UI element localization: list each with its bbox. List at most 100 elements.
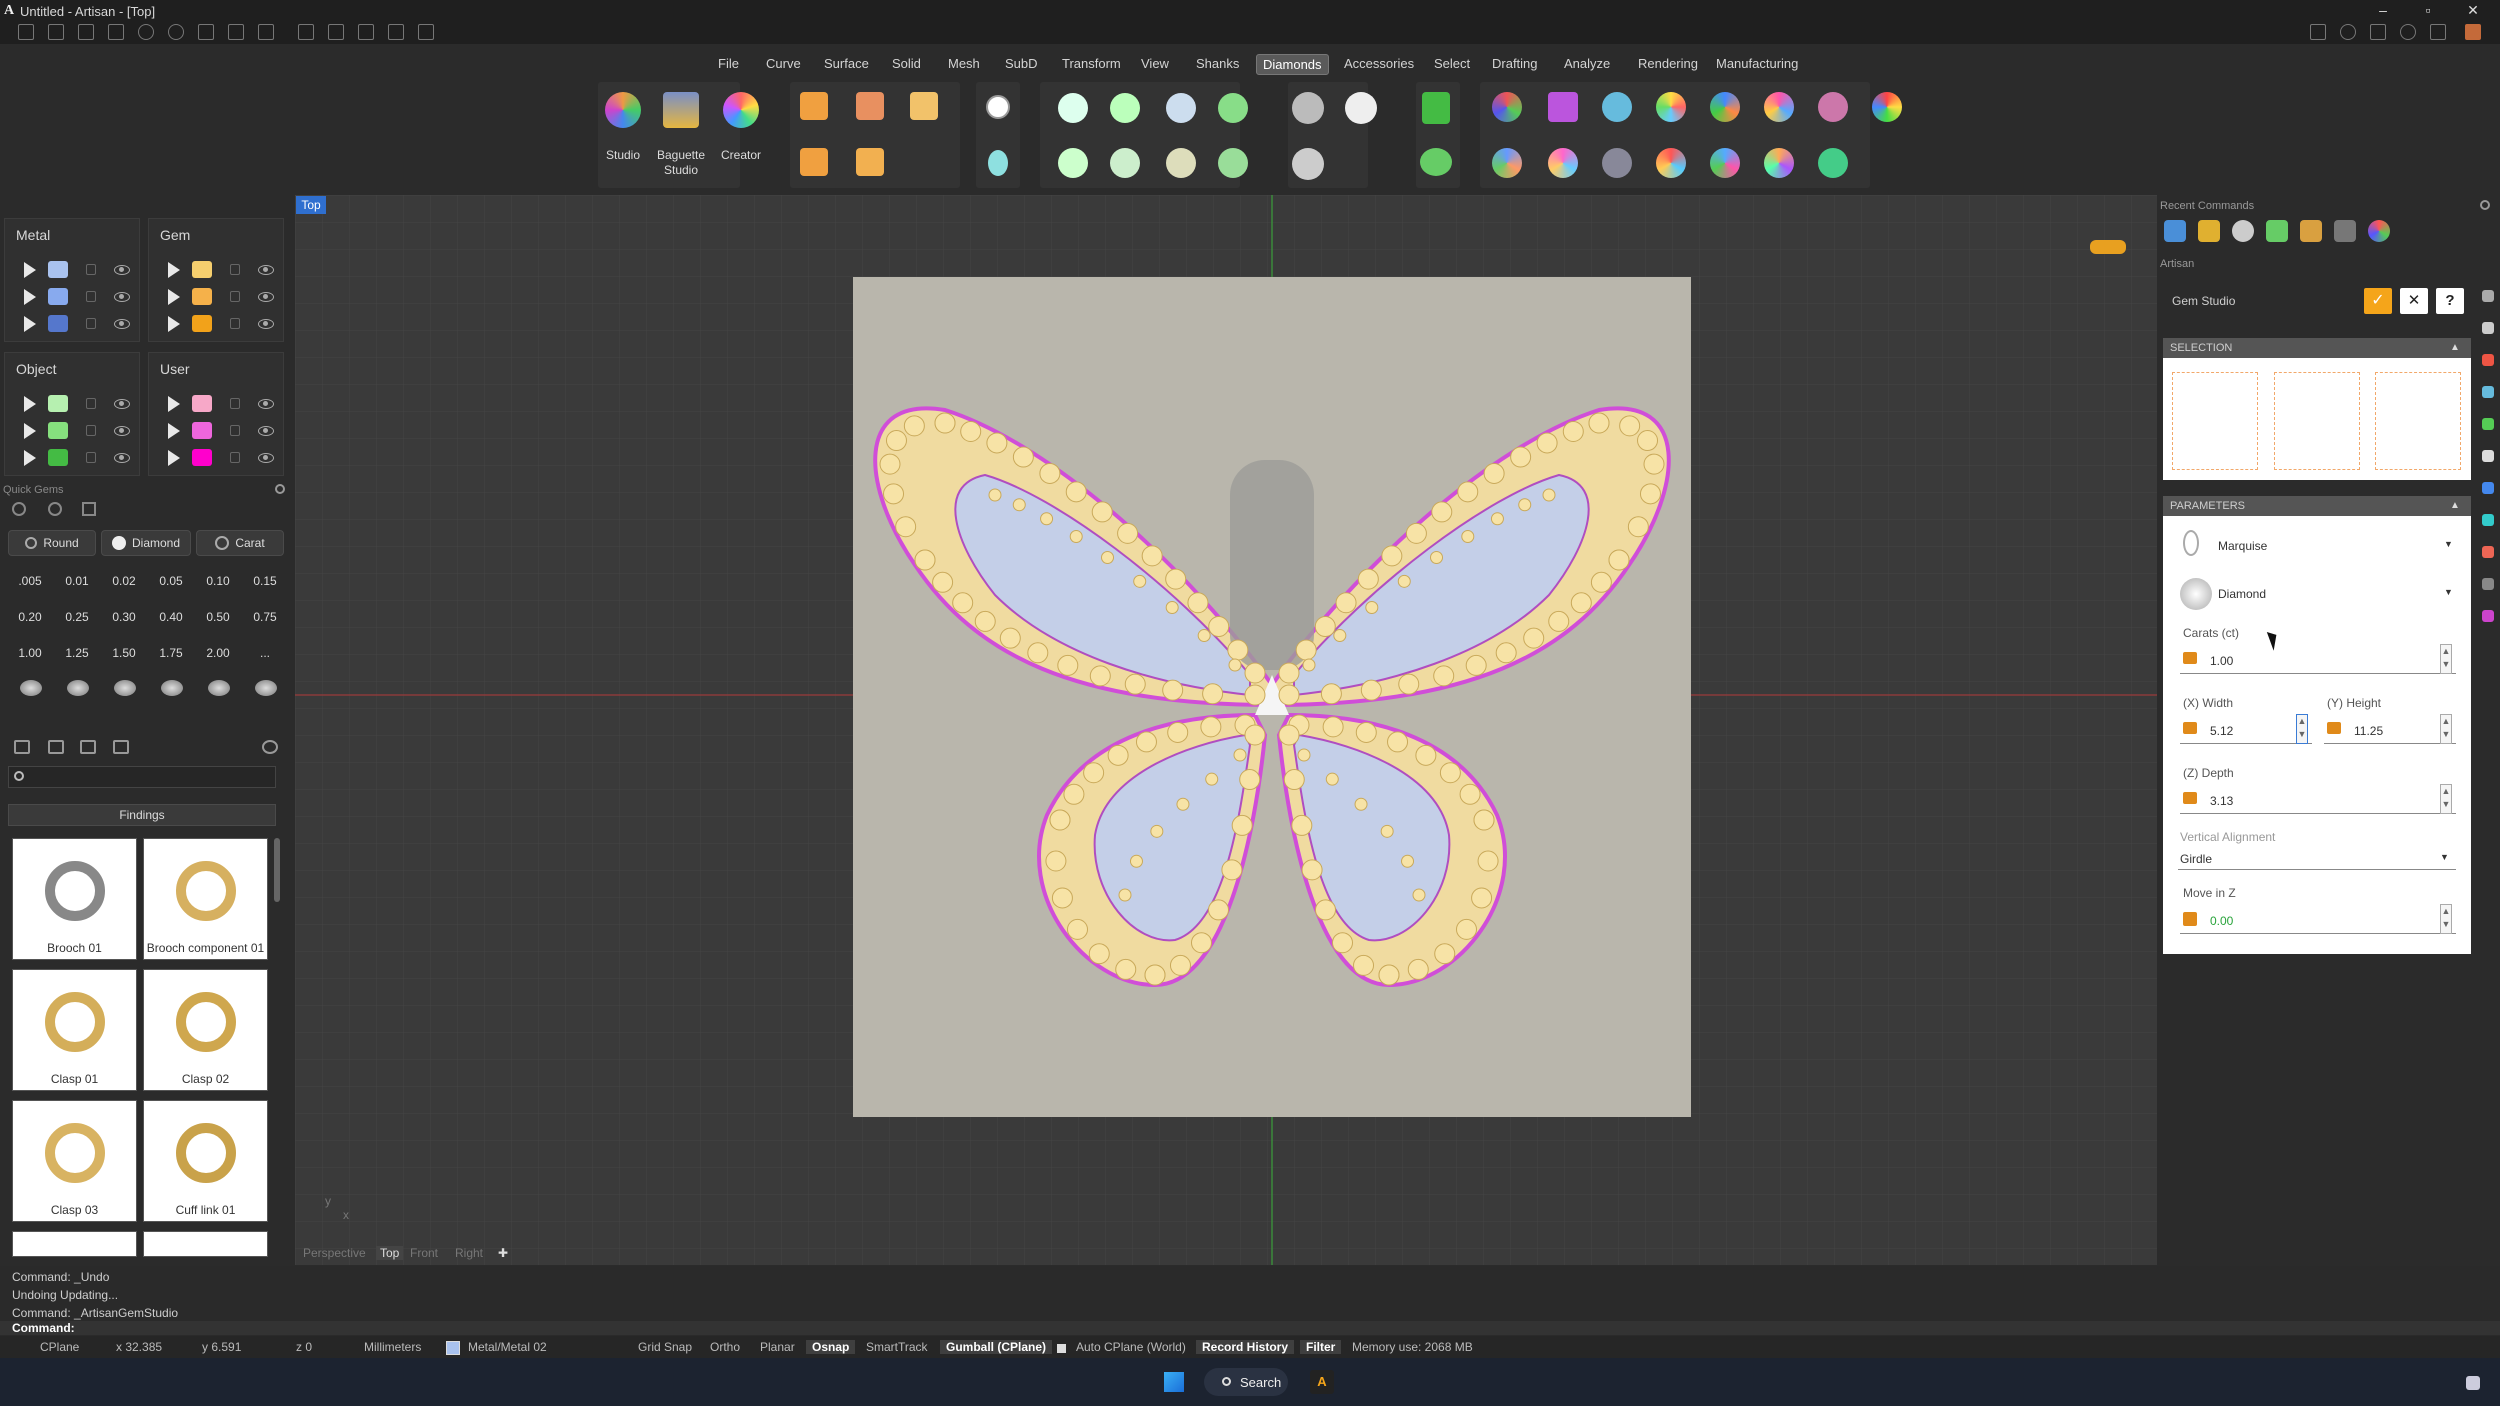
viewport-top[interactable]: y x <box>295 195 2157 1265</box>
channel-icon[interactable] <box>1058 148 1088 178</box>
play-icon[interactable] <box>24 316 36 332</box>
menu-drafting[interactable]: Drafting <box>1486 54 1544 73</box>
tab-right[interactable]: Right <box>455 1246 483 1260</box>
eye-icon[interactable] <box>258 426 274 436</box>
play-icon[interactable] <box>24 423 36 439</box>
panel-tab-icon[interactable] <box>2482 578 2494 590</box>
height-value[interactable]: 11.25 <box>2354 724 2383 738</box>
status-units[interactable]: Millimeters <box>364 1340 421 1354</box>
save-as-icon[interactable] <box>228 24 244 40</box>
gem-tool-icon[interactable] <box>1872 92 1902 122</box>
chevron-down-icon[interactable]: ▼ <box>2440 852 2449 862</box>
menu-mesh[interactable]: Mesh <box>942 54 986 73</box>
findings-category-select[interactable]: Findings <box>8 804 276 826</box>
library-item[interactable]: Clasp 01 <box>12 969 137 1091</box>
width-field[interactable] <box>2180 712 2312 744</box>
layer-row[interactable] <box>4 392 140 416</box>
gem-tool-icon[interactable] <box>1548 92 1578 122</box>
carat-size-button[interactable]: ... <box>245 640 285 666</box>
lock-icon[interactable] <box>230 291 240 302</box>
command-input[interactable] <box>0 1321 2500 1335</box>
tab-top[interactable]: Top <box>376 1246 404 1260</box>
width-value[interactable]: 5.12 <box>2210 724 2233 738</box>
menu-subd[interactable]: SubD <box>999 54 1044 73</box>
cancel-button[interactable]: ✕ <box>2400 288 2428 314</box>
lock-icon[interactable] <box>230 318 240 329</box>
recent-command-icon[interactable] <box>2198 220 2220 242</box>
add-viewport-icon[interactable]: ✚ <box>498 1246 508 1260</box>
help-icon[interactable] <box>2310 24 2326 40</box>
layer-color-swatch[interactable] <box>48 261 68 278</box>
gem-tool-icon[interactable] <box>1656 148 1686 178</box>
play-icon[interactable] <box>168 423 180 439</box>
status-auto-cplane[interactable]: Auto CPlane (World) <box>1076 1340 1186 1354</box>
menu-manufacturing[interactable]: Manufacturing <box>1710 54 1804 73</box>
gem-tool-icon[interactable] <box>1602 148 1632 178</box>
width-stepper[interactable]: ▲ ▼ <box>2296 714 2308 744</box>
carat-size-button[interactable]: 0.25 <box>57 604 97 630</box>
carat-size-button[interactable]: 1.00 <box>10 640 50 666</box>
material-select[interactable]: Diamond <box>2218 587 2266 601</box>
recent-command-icon[interactable] <box>2266 220 2288 242</box>
refresh-icon[interactable] <box>262 740 278 754</box>
gem-view-icon[interactable] <box>48 502 62 516</box>
status-smarttrack[interactable]: SmartTrack <box>866 1340 928 1354</box>
layer-row[interactable] <box>148 419 284 443</box>
gem-tool-icon[interactable] <box>1492 92 1522 122</box>
library-image-icon[interactable] <box>80 740 96 754</box>
artisan-app-icon[interactable]: A <box>1310 1370 1334 1394</box>
gem-tool-icon[interactable] <box>1764 148 1794 178</box>
avatar[interactable] <box>2465 24 2481 40</box>
prong-set-icon[interactable] <box>1218 148 1248 178</box>
notification-icon[interactable] <box>2466 1376 2480 1390</box>
panel-tab-icon[interactable] <box>2482 610 2494 622</box>
carat-size-button[interactable]: 0.15 <box>245 568 285 594</box>
minimize-icon[interactable]: – <box>2365 0 2401 22</box>
panel-tab-icon[interactable] <box>2482 386 2494 398</box>
status-osnap[interactable]: Osnap <box>806 1340 856 1354</box>
library-grid-icon[interactable] <box>113 740 129 754</box>
status-record-history[interactable]: Record History <box>1196 1340 1295 1354</box>
panel-tab-icon[interactable] <box>2482 546 2494 558</box>
eye-icon[interactable] <box>258 292 274 302</box>
library-item[interactable]: Clasp 02 <box>143 969 268 1091</box>
recent-command-icon[interactable] <box>2232 220 2254 242</box>
status-ortho[interactable]: Ortho <box>710 1340 740 1354</box>
eye-icon[interactable] <box>114 453 130 463</box>
prong-icon[interactable] <box>1218 93 1248 123</box>
carat-size-button[interactable]: 0.40 <box>151 604 191 630</box>
new-icon[interactable] <box>18 24 34 40</box>
layer-color-swatch[interactable] <box>48 395 68 412</box>
status-cplane[interactable]: CPlane <box>40 1340 79 1354</box>
carat-size-button[interactable]: 0.50 <box>198 604 238 630</box>
play-icon[interactable] <box>24 262 36 278</box>
undo-icon[interactable] <box>138 24 154 40</box>
collapse-icon[interactable]: ▲ <box>2450 500 2460 511</box>
menu-surface[interactable]: Surface <box>818 54 875 73</box>
move-z-stepper[interactable]: ▲ ▼ <box>2440 904 2452 934</box>
library-item[interactable] <box>12 1231 137 1257</box>
redo-icon[interactable] <box>168 24 184 40</box>
cutter-boolean-icon[interactable] <box>1420 148 1452 176</box>
recent-command-icon[interactable] <box>2300 220 2322 242</box>
tool-icon[interactable] <box>358 24 374 40</box>
carat-size-button[interactable]: 0.01 <box>57 568 97 594</box>
layer-row[interactable] <box>4 446 140 470</box>
tube-icon[interactable] <box>1166 148 1196 178</box>
menu-select[interactable]: Select <box>1428 54 1476 73</box>
panel-tab-icon[interactable] <box>2482 418 2494 430</box>
carats-stepper[interactable]: ▲ ▼ <box>2440 644 2452 674</box>
eye-icon[interactable] <box>114 426 130 436</box>
eye-icon[interactable] <box>114 319 130 329</box>
settings-icon[interactable] <box>2400 24 2416 40</box>
lock-icon[interactable] <box>86 452 96 463</box>
status-gumball[interactable]: Gumball (CPlane) <box>940 1340 1053 1354</box>
layer-color-swatch[interactable] <box>192 395 212 412</box>
gumball-icon[interactable] <box>2090 240 2126 254</box>
round-gem-icon[interactable] <box>986 95 1010 119</box>
status-layer[interactable]: Metal/Metal 02 <box>468 1340 547 1354</box>
lock-icon[interactable] <box>86 264 96 275</box>
play-icon[interactable] <box>24 289 36 305</box>
open-folder-icon[interactable] <box>108 24 124 40</box>
status-filter[interactable]: Filter <box>1300 1340 1342 1354</box>
